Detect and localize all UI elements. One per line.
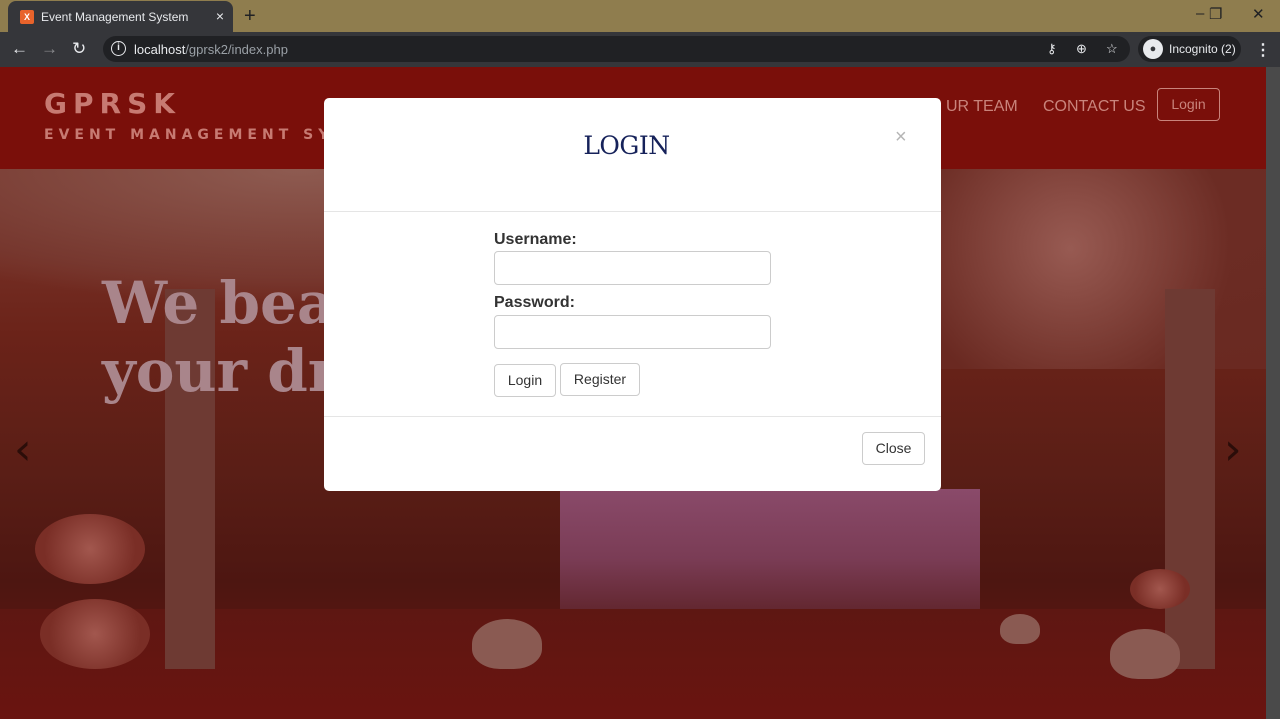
address-bar[interactable]: i localhost/gprsk2/index.php ⚷ ⊕ ☆ <box>103 36 1130 62</box>
xampp-favicon-icon: X <box>20 10 34 24</box>
zoom-icon[interactable]: ⊕ <box>1076 41 1087 57</box>
username-input[interactable] <box>494 251 771 285</box>
login-modal: LOGIN × Username: Password: Login Regist… <box>324 98 941 491</box>
site-brand[interactable]: GPRSK <box>44 87 181 120</box>
incognito-icon: ● <box>1143 39 1163 59</box>
incognito-profile-button[interactable]: ● Incognito (2) <box>1138 36 1241 62</box>
reload-icon[interactable]: ↻ <box>72 39 86 59</box>
restore-button[interactable]: ❐ <box>1209 5 1222 23</box>
key-icon[interactable]: ⚷ <box>1047 41 1057 57</box>
hero-image-flowers <box>1130 569 1190 609</box>
bookmark-star-icon[interactable]: ☆ <box>1106 41 1118 57</box>
browser-tab[interactable]: X Event Management System × <box>8 1 233 32</box>
hero-image-planter <box>1000 614 1040 644</box>
modal-header-divider <box>324 211 941 212</box>
modal-close-button[interactable]: Close <box>862 432 925 465</box>
carousel-next-icon[interactable]: › <box>1224 424 1242 475</box>
back-arrow-icon[interactable]: ← <box>11 39 28 59</box>
password-label: Password: <box>494 294 575 311</box>
incognito-label: Incognito (2) <box>1169 42 1236 56</box>
url-text[interactable]: localhost/gprsk2/index.php <box>134 42 288 57</box>
modal-close-icon[interactable]: × <box>895 126 907 149</box>
tab-title: Event Management System <box>41 10 189 24</box>
username-label: Username: <box>494 231 577 248</box>
carousel-prev-icon[interactable]: ‹ <box>14 424 32 475</box>
minimize-button[interactable]: – <box>1196 5 1204 22</box>
window-close-button[interactable]: ✕ <box>1252 5 1265 23</box>
new-tab-button[interactable]: + <box>244 5 256 28</box>
nav-contact-us[interactable]: CONTACT US <box>1043 98 1146 116</box>
hero-image-pillar <box>1165 289 1215 669</box>
forward-arrow-icon[interactable]: → <box>41 39 58 59</box>
hero-image-flowers <box>40 599 150 669</box>
hero-image-flowers <box>35 514 145 584</box>
hero-image-planter <box>472 619 542 669</box>
login-submit-button[interactable]: Login <box>494 364 556 397</box>
page-scrollbar[interactable] <box>1266 67 1280 719</box>
browser-tab-strip: X Event Management System × + – ❐ ✕ <box>0 0 1280 32</box>
hero-image-floral-ceiling <box>940 169 1266 369</box>
hero-image-planter <box>1110 629 1180 679</box>
site-info-icon[interactable]: i <box>111 41 126 56</box>
modal-footer-divider <box>324 416 941 417</box>
modal-title: LOGIN <box>583 131 670 160</box>
password-input[interactable] <box>494 315 771 349</box>
nav-our-team[interactable]: UR TEAM <box>946 98 1018 116</box>
site-tagline: EVENT MANAGEMENT SYS <box>44 127 349 143</box>
browser-toolbar: ← → ↻ i localhost/gprsk2/index.php ⚷ ⊕ ☆… <box>0 32 1280 67</box>
tab-close-icon[interactable]: × <box>216 8 224 24</box>
hero-image-stage <box>560 489 980 629</box>
register-button[interactable]: Register <box>560 363 640 396</box>
nav-login-button[interactable]: Login <box>1157 88 1220 121</box>
browser-menu-icon[interactable]: ⋮ <box>1255 40 1271 60</box>
